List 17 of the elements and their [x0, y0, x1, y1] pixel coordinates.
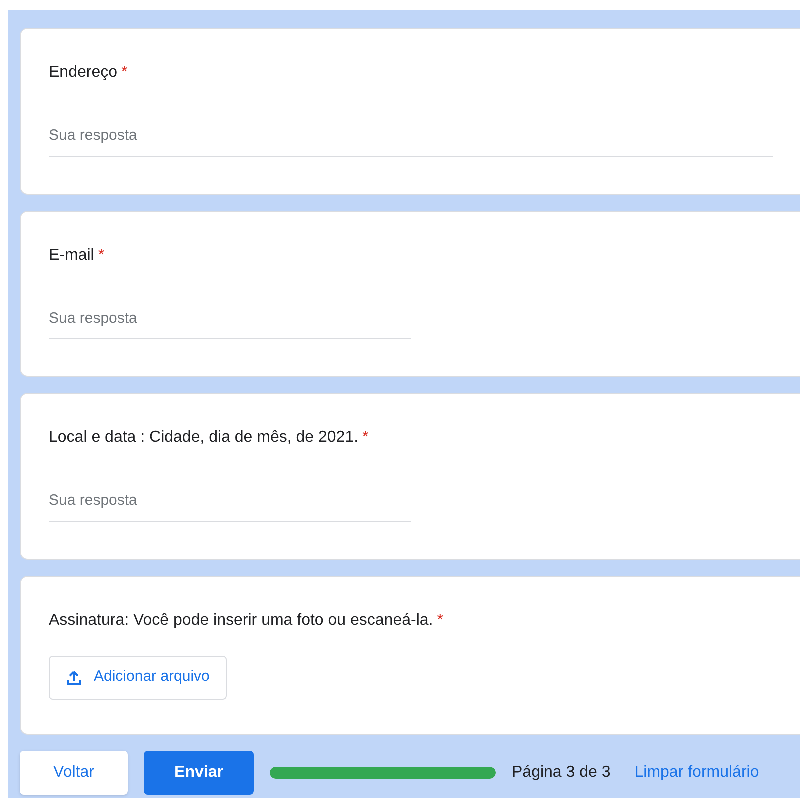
required-mark: *: [98, 246, 105, 266]
question-title: E-mail: [49, 246, 94, 266]
required-mark: *: [437, 610, 444, 630]
back-button[interactable]: Voltar: [20, 750, 128, 794]
page-indicator: Página 3 de 3: [512, 762, 611, 782]
answer-field[interactable]: Sua resposta: [49, 308, 411, 339]
question-title: Local e data : Cidade, dia de mês, de 2021.: [49, 428, 359, 448]
add-file-button[interactable]: Adicionar arquivo: [49, 656, 227, 700]
upload-icon: [66, 670, 82, 686]
question-title: Assinatura: Você pode inserir uma foto ou escaneá-la.: [49, 610, 434, 630]
question-title: Endereço: [49, 63, 118, 83]
answer-field[interactable]: Sua resposta: [49, 490, 411, 522]
required-mark: *: [122, 63, 128, 83]
answer-field[interactable]: Sua resposta: [49, 125, 773, 156]
submit-button[interactable]: Enviar: [144, 750, 254, 794]
required-mark: *: [362, 428, 369, 448]
clear-form-link[interactable]: Limpar formulário: [634, 760, 760, 784]
